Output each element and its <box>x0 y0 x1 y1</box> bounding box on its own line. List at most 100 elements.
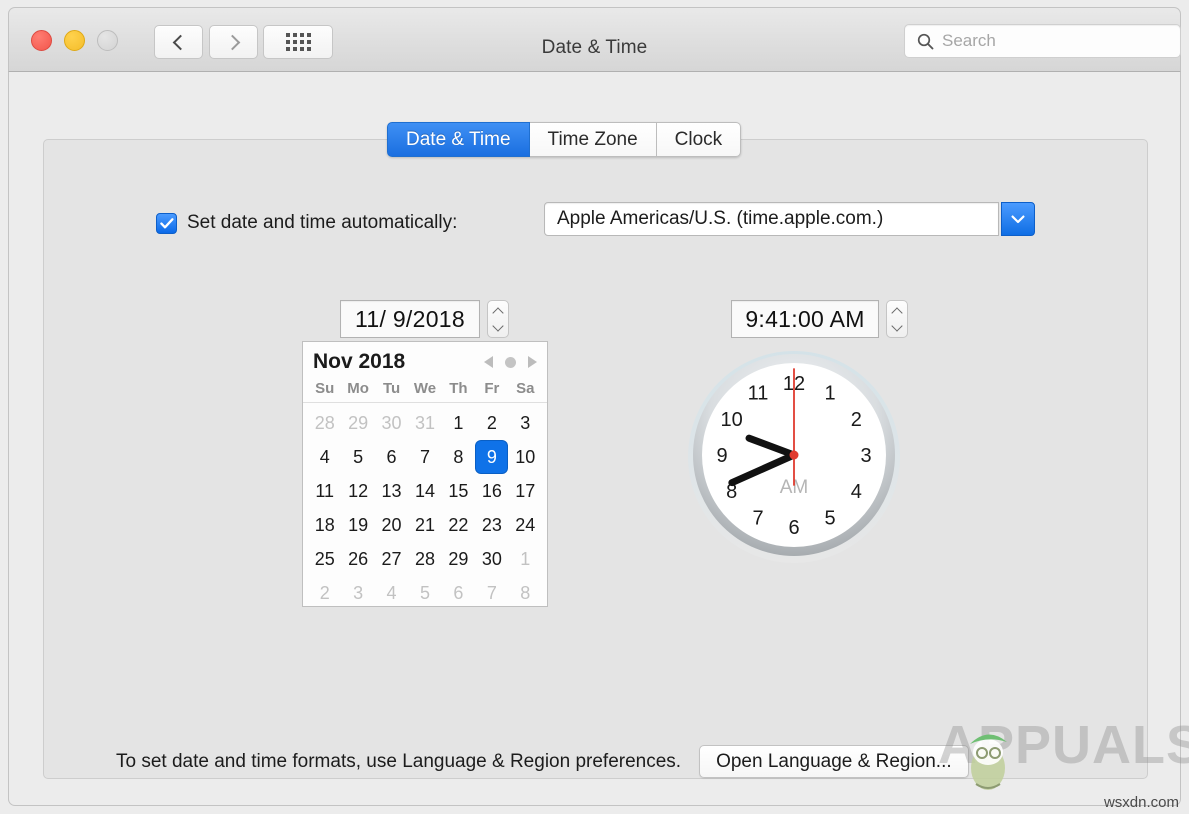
calendar-day[interactable]: 8 <box>509 577 542 609</box>
site-tag: wsxdn.com <box>1103 794 1179 811</box>
today-button-icon[interactable] <box>505 356 516 368</box>
clock-hour-number: 4 <box>851 481 862 503</box>
time-field-row: 9:41:00 AM <box>731 300 908 338</box>
date-input[interactable]: 11/ 9/2018 <box>340 300 480 338</box>
set-automatically-row: Set date and time automatically: <box>156 212 457 234</box>
calendar-day[interactable]: 12 <box>341 475 374 507</box>
stepper-up-icon <box>492 306 504 319</box>
calendar-header: Nov 2018 <box>303 342 547 378</box>
calendar-day-selected[interactable]: 9 <box>476 441 508 473</box>
calendar-day[interactable]: 28 <box>308 407 341 439</box>
time-value: 9:41:00 AM <box>745 305 865 332</box>
clock-hour-number: 2 <box>851 409 862 431</box>
clock-hour-number: 6 <box>788 517 799 539</box>
calendar-day[interactable]: 4 <box>375 577 408 609</box>
calendar-day[interactable]: 3 <box>509 407 542 439</box>
calendar-day[interactable]: 16 <box>475 475 508 507</box>
next-month-icon[interactable] <box>528 356 537 368</box>
search-field[interactable] <box>904 24 1181 58</box>
calendar-day[interactable]: 2 <box>475 407 508 439</box>
calendar-day[interactable]: 19 <box>341 509 374 541</box>
date-value: 11/ 9/2018 <box>354 305 465 332</box>
weekday-label: Su <box>315 380 335 397</box>
calendar-day[interactable]: 21 <box>408 509 441 541</box>
calendar-day[interactable]: 15 <box>442 475 475 507</box>
weekday-label: Th <box>449 380 468 397</box>
calendar-day[interactable]: 28 <box>408 543 441 575</box>
calendar-day[interactable]: 6 <box>375 441 408 473</box>
time-server-dropdown-button[interactable] <box>1001 202 1035 236</box>
tab-date-time[interactable]: Date & Time <box>387 122 530 157</box>
analog-clock: 12 1 2 3 4 5 6 7 8 9 10 11 AM <box>684 345 904 565</box>
clock-center-pin <box>789 450 799 460</box>
clock-hour-number: 1 <box>824 383 835 405</box>
calendar-day[interactable]: 24 <box>509 509 542 541</box>
calendar-day[interactable]: 7 <box>475 577 508 609</box>
time-server-value: Apple Americas/U.S. (time.apple.com.) <box>557 208 884 229</box>
tab-clock[interactable]: Clock <box>656 122 742 157</box>
stepper-down-icon <box>492 319 504 332</box>
date-stepper[interactable] <box>487 300 509 338</box>
time-stepper[interactable] <box>886 300 908 338</box>
time-server-combobox[interactable]: Apple Americas/U.S. (time.apple.com.) <box>544 202 999 236</box>
calendar-day-grid: 28 29 30 31 1 2 3 4 5 6 7 8 9 10 11 12 13 14 15 16 17 18 19 20 2… <box>303 403 547 613</box>
calendar-day[interactable]: 30 <box>475 543 508 575</box>
calendar-day[interactable]: 27 <box>375 543 408 575</box>
tab-bar: Date & Time Time Zone Clock <box>387 122 742 157</box>
calendar-day[interactable]: 30 <box>375 407 408 439</box>
previous-month-icon[interactable] <box>484 356 493 368</box>
calendar-day[interactable]: 22 <box>442 509 475 541</box>
clock-hour-number: 11 <box>748 383 769 405</box>
set-automatically-checkbox[interactable] <box>156 212 177 234</box>
weekday-label: Sa <box>516 380 535 397</box>
clock-hour-number: 5 <box>824 507 835 529</box>
window-titlebar: Date & Time <box>8 7 1181 72</box>
clock-hour-number: 10 <box>721 409 743 431</box>
calendar-day[interactable]: 5 <box>341 441 374 473</box>
calendar-day[interactable]: 3 <box>341 577 374 609</box>
calendar-nav <box>484 356 537 368</box>
calendar-day[interactable]: 17 <box>509 475 542 507</box>
calendar-day[interactable]: 13 <box>375 475 408 507</box>
calendar-day[interactable]: 11 <box>308 475 341 507</box>
calendar-day[interactable]: 1 <box>442 407 475 439</box>
date-field-row: 11/ 9/2018 <box>340 300 509 338</box>
footer-row: To set date and time formats, use Langua… <box>116 745 969 778</box>
calendar-day[interactable]: 29 <box>442 543 475 575</box>
open-language-region-button[interactable]: Open Language & Region... <box>699 745 969 778</box>
time-input[interactable]: 9:41:00 AM <box>731 300 879 338</box>
calendar-day[interactable]: 26 <box>341 543 374 575</box>
calendar-day[interactable]: 14 <box>408 475 441 507</box>
checkmark-icon <box>159 217 174 228</box>
stepper-down-icon <box>891 319 903 332</box>
search-input[interactable] <box>942 31 1157 51</box>
preferences-window: Date & Time Date & Time Time Zone Clock <box>0 0 1189 814</box>
calendar-day[interactable]: 2 <box>308 577 341 609</box>
calendar-day[interactable]: 31 <box>408 407 441 439</box>
date-time-panel: Set date and time automatically: Apple A… <box>43 139 1148 779</box>
calendar-day[interactable]: 1 <box>509 543 542 575</box>
set-automatically-label: Set date and time automatically: <box>187 212 458 233</box>
calendar-day[interactable]: 4 <box>308 441 341 473</box>
weekday-label: Tu <box>382 380 401 397</box>
calendar-day[interactable]: 6 <box>442 577 475 609</box>
open-language-region-label: Open Language & Region... <box>716 750 952 772</box>
weekday-label: We <box>413 380 437 397</box>
calendar-day[interactable]: 10 <box>509 441 542 473</box>
calendar-day[interactable]: 25 <box>308 543 341 575</box>
calendar-widget[interactable]: Nov 2018 Su Mo Tu We Th Fr Sa 28 29 30 3… <box>302 341 548 607</box>
calendar-day[interactable]: 20 <box>375 509 408 541</box>
calendar-day[interactable]: 5 <box>408 577 441 609</box>
calendar-weekday-header: Su Mo Tu We Th Fr Sa <box>303 378 547 403</box>
clock-hour-number: 9 <box>716 445 727 467</box>
calendar-day[interactable]: 7 <box>408 441 441 473</box>
search-icon <box>917 33 934 49</box>
calendar-day[interactable]: 23 <box>475 509 508 541</box>
tab-time-zone[interactable]: Time Zone <box>529 122 657 157</box>
calendar-day[interactable]: 8 <box>442 441 475 473</box>
calendar-day[interactable]: 18 <box>308 509 341 541</box>
chevron-down-icon <box>1011 215 1025 223</box>
calendar-day[interactable]: 29 <box>341 407 374 439</box>
clock-hour-number: 7 <box>752 507 763 529</box>
clock-face: 12 1234567891011AM <box>688 351 900 563</box>
